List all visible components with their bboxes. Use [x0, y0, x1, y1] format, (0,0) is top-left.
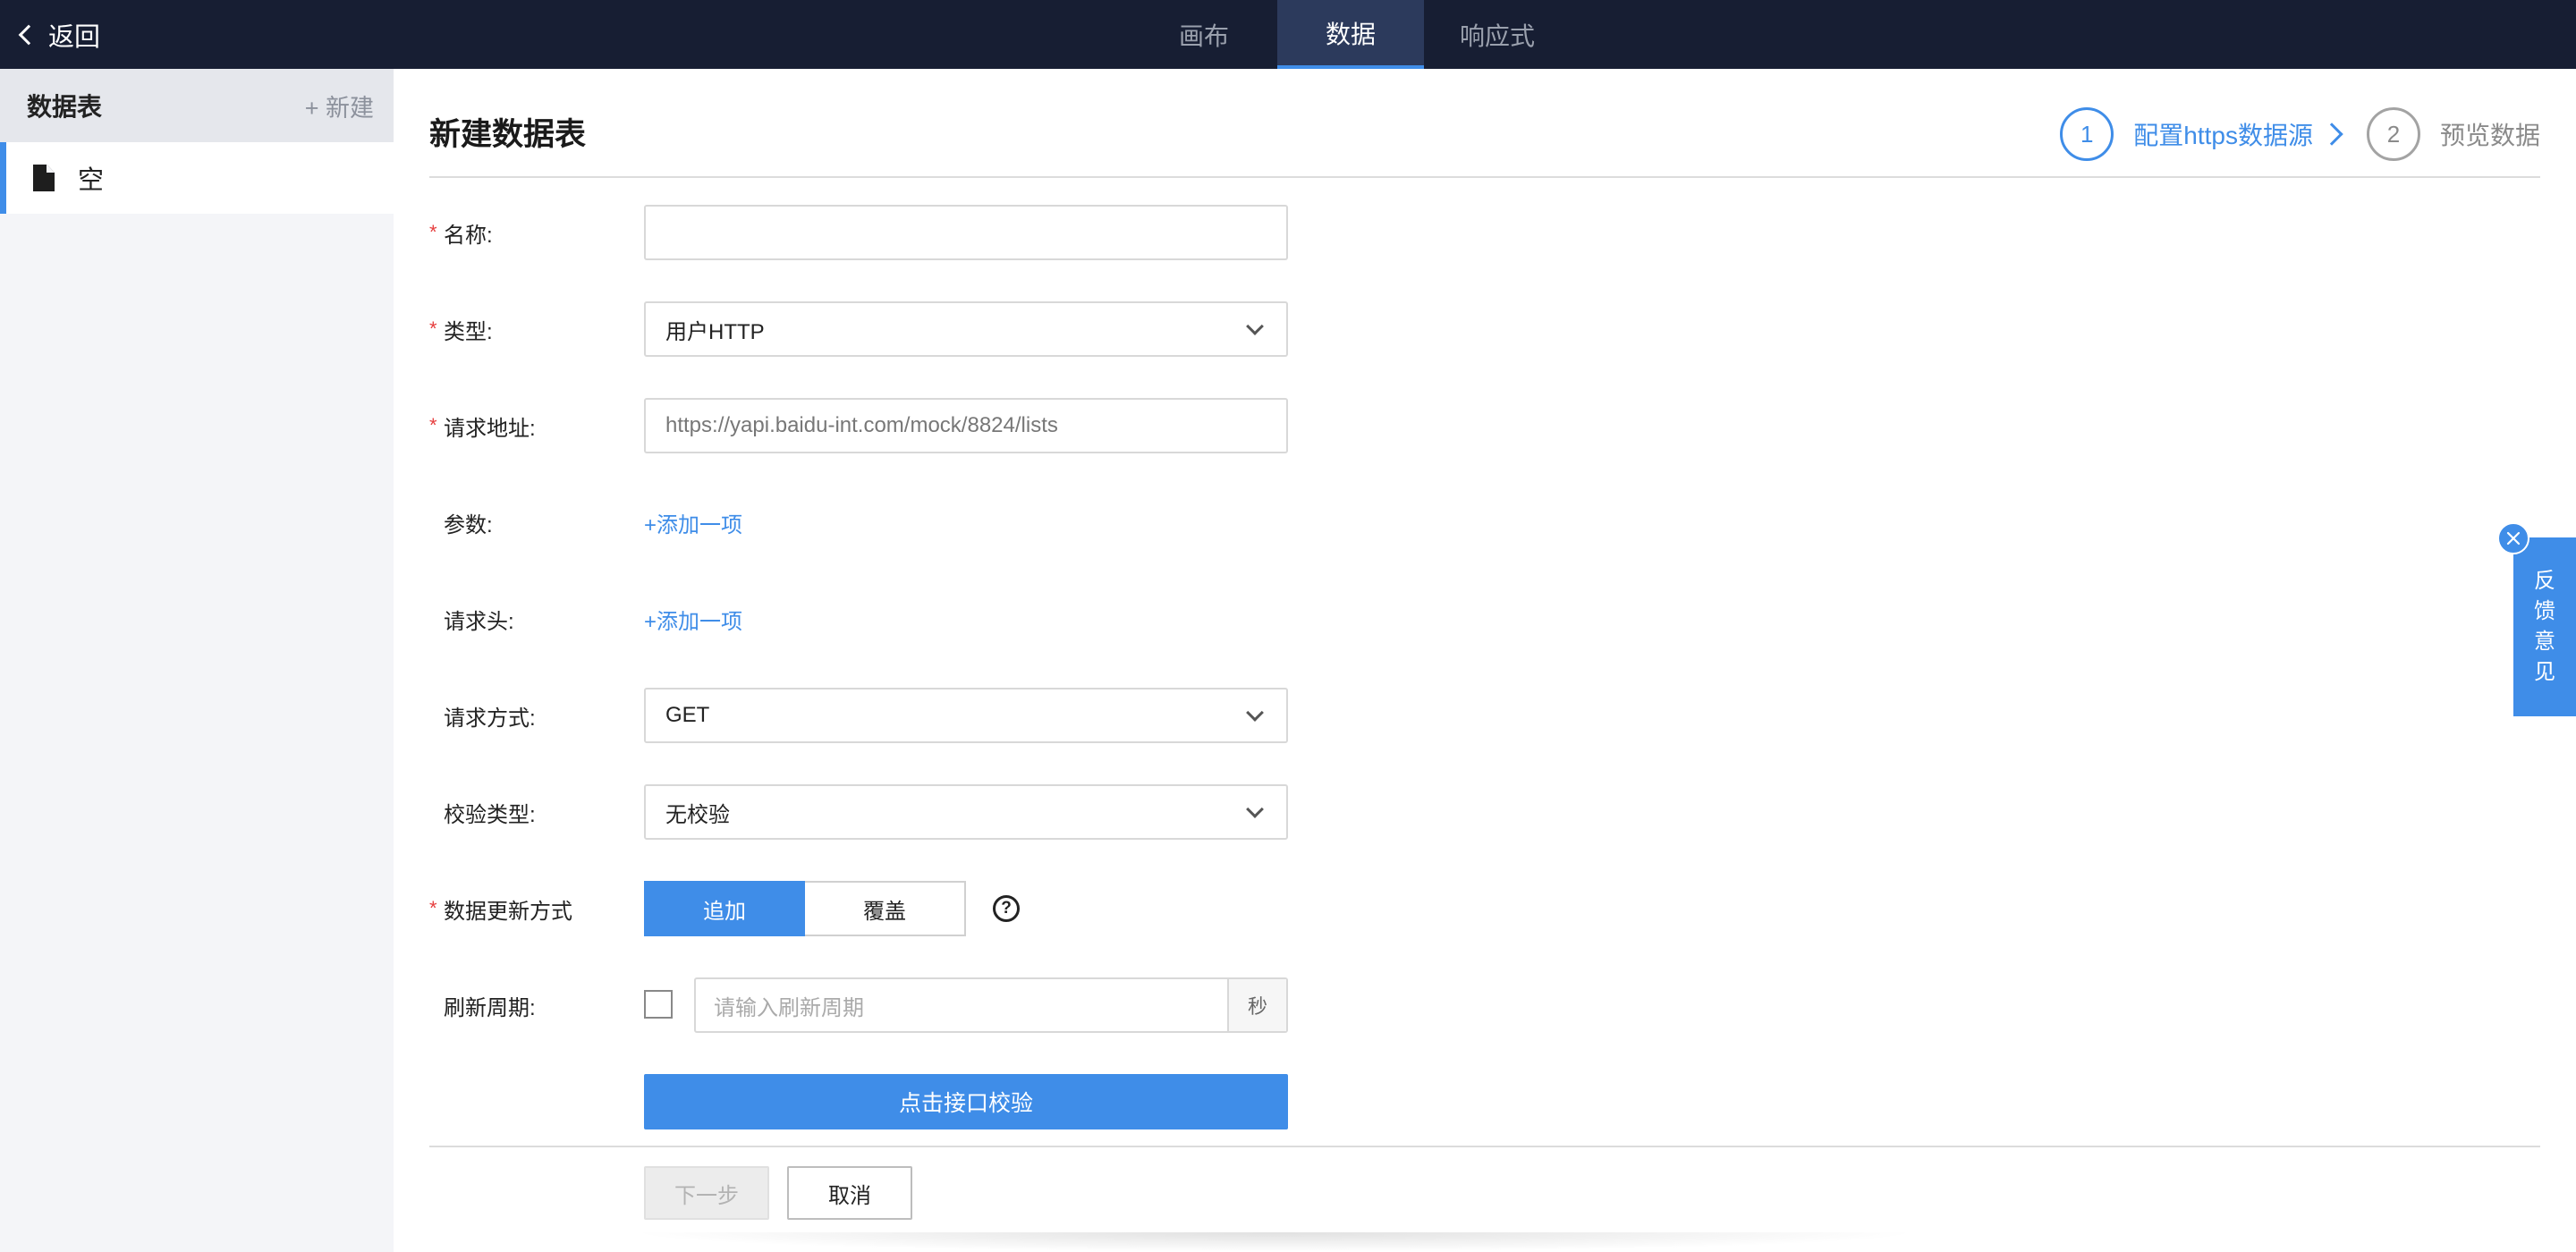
url-label: * 请求地址: [429, 398, 536, 453]
update-mode-label-text: 数据更新方式 [444, 899, 572, 924]
sidebar-item-empty[interactable]: 空 [0, 142, 394, 214]
tab-responsive[interactable]: 响应式 [1424, 0, 1571, 69]
next-step-button[interactable]: 下一步 [644, 1166, 769, 1220]
validation-select-value: 无校验 [665, 802, 730, 827]
tab-data[interactable]: 数据 [1277, 0, 1424, 69]
chevron-down-icon [1246, 800, 1264, 818]
divider [429, 1146, 2540, 1147]
refresh-checkbox[interactable] [644, 990, 673, 1019]
form-row-headers: 请求头: +添加一项 [429, 591, 2540, 647]
add-header-link[interactable]: +添加一项 [644, 591, 1288, 647]
validation-label: 校验类型: [429, 784, 536, 840]
top-bar: 返回 画布 数据 响应式 [0, 0, 2576, 69]
update-mode-label: * 数据更新方式 [429, 881, 572, 936]
type-select-value: 用户HTTP [665, 319, 765, 344]
new-table-button[interactable]: + 新建 [305, 89, 374, 123]
chevron-left-icon [18, 24, 39, 45]
validation-select[interactable]: 无校验 [644, 784, 1288, 840]
back-label: 返回 [48, 22, 101, 52]
required-mark: * [429, 317, 437, 340]
back-button[interactable]: 返回 [16, 0, 100, 69]
cancel-button[interactable]: 取消 [787, 1166, 912, 1220]
feedback-button[interactable]: 反 馈 意 见 [2513, 537, 2576, 716]
sidebar-header: 数据表 + 新建 [0, 69, 394, 142]
add-param-link[interactable]: +添加一项 [644, 495, 1288, 550]
refresh-label-text: 刷新周期: [444, 995, 536, 1020]
step-1-label: 配置https数据源 [2133, 122, 2313, 149]
params-label-text: 参数: [444, 512, 493, 537]
refresh-period-input[interactable]: 请输入刷新周期 [696, 979, 1227, 1031]
url-label-text: 请求地址: [444, 416, 536, 441]
form-row-name: * 名称: [429, 205, 2540, 260]
step-1-circle: 1 [2060, 107, 2114, 161]
form-row-url: * 请求地址: https://yapi.baidu-int.com/mock/… [429, 398, 2540, 453]
required-mark: * [429, 414, 437, 436]
feedback-char: 反 [2534, 569, 2555, 593]
sidebar-item-label: 空 [78, 166, 105, 195]
sidebar: 数据表 + 新建 空 [0, 69, 394, 1252]
chevron-right-icon [2320, 123, 2343, 146]
headers-label-text: 请求头: [444, 609, 514, 634]
method-label-text: 请求方式: [444, 706, 536, 731]
url-input[interactable]: https://yapi.baidu-int.com/mock/8824/lis… [644, 398, 1288, 453]
form-row-method: 请求方式: GET [429, 688, 2540, 743]
method-select[interactable]: GET [644, 688, 1288, 743]
form-row-update-mode: * 数据更新方式 追加 覆盖 ? [429, 881, 2540, 936]
append-option[interactable]: 追加 [644, 881, 805, 936]
headers-label: 请求头: [429, 591, 514, 647]
type-label-text: 类型: [444, 319, 493, 344]
page-title: 新建数据表 [429, 117, 587, 152]
footer-actions: 下一步 取消 [644, 1166, 912, 1220]
form-row-type: * 类型: 用户HTTP [429, 301, 2540, 357]
form-row-validation: 校验类型: 无校验 [429, 784, 2540, 840]
name-label: * 名称: [429, 205, 493, 260]
params-label: 参数: [429, 495, 493, 550]
feedback-char: 馈 [2534, 599, 2555, 623]
refresh-period-field: 请输入刷新周期 秒 [694, 977, 1288, 1033]
tab-bar: 画布 数据 响应式 [1131, 0, 1571, 69]
verify-api-button[interactable]: 点击接口校验 [644, 1074, 1288, 1129]
refresh-label: 刷新周期: [429, 977, 536, 1033]
tab-canvas[interactable]: 画布 [1131, 0, 1277, 69]
validation-label-text: 校验类型: [444, 802, 536, 827]
step-indicator: 1 配置https数据源 2 预览数据 [2060, 105, 2540, 164]
overwrite-option[interactable]: 覆盖 [805, 881, 966, 936]
step-2-circle: 2 [2366, 107, 2420, 161]
update-mode-toggle: 追加 覆盖 [644, 881, 966, 936]
sidebar-title: 数据表 [27, 93, 103, 121]
form-row-refresh: 刷新周期: 请输入刷新周期 秒 [429, 977, 2540, 1033]
chevron-down-icon [1246, 704, 1264, 722]
chevron-down-icon [1246, 317, 1264, 335]
step-2-label: 预览数据 [2439, 122, 2540, 149]
form-row-params: 参数: +添加一项 [429, 495, 2540, 550]
refresh-unit: 秒 [1227, 979, 1286, 1031]
help-icon[interactable]: ? [993, 895, 1020, 922]
form-row-verify: 点击接口校验 [429, 1074, 2540, 1129]
document-icon [33, 165, 55, 191]
bottom-shadow [626, 1232, 1923, 1252]
required-mark: * [429, 221, 437, 243]
method-select-value: GET [665, 703, 710, 727]
feedback-char: 见 [2534, 660, 2555, 684]
type-select[interactable]: 用户HTTP [644, 301, 1288, 357]
divider [429, 176, 2540, 178]
name-label-text: 名称: [444, 223, 493, 248]
close-icon[interactable] [2497, 522, 2529, 554]
required-mark: * [429, 897, 437, 919]
method-label: 请求方式: [429, 688, 536, 743]
name-input[interactable] [644, 205, 1288, 260]
feedback-char: 意 [2534, 630, 2555, 654]
type-label: * 类型: [429, 301, 493, 357]
